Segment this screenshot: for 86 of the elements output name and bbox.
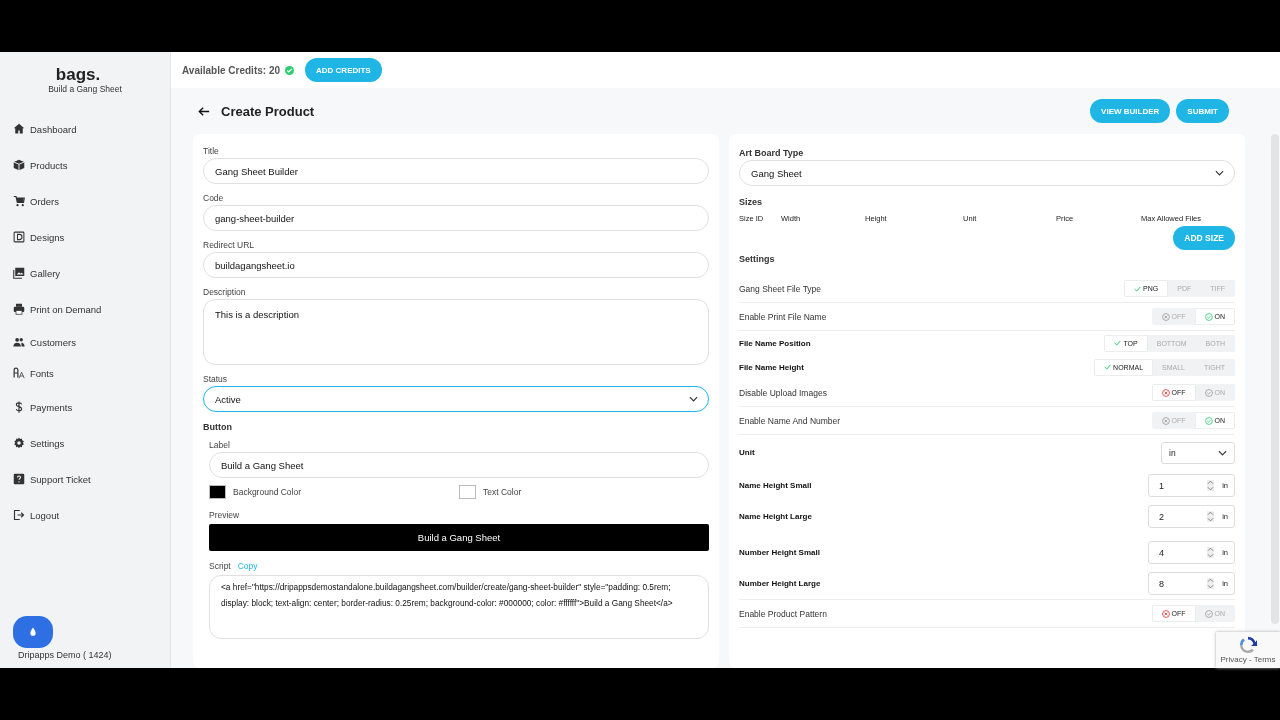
sidebar-item[interactable]: Fonts (0, 357, 170, 389)
logout-icon (13, 509, 25, 521)
button-preview: Build a Gang Sheet (209, 524, 709, 551)
privacy-terms-link[interactable]: Privacy - Terms (1220, 655, 1276, 665)
color-label: Text Color (483, 487, 522, 497)
setting-label: Disable Upload Images (739, 387, 827, 398)
x-circle-icon (1161, 609, 1170, 618)
chat-button[interactable] (13, 616, 53, 648)
gallery-icon (13, 267, 25, 279)
field-label: Code (203, 192, 225, 205)
section-heading: Sizes (739, 196, 763, 209)
check-icon (1104, 364, 1112, 370)
printer-icon (13, 303, 25, 315)
setting-label: Enable Print File Name (739, 311, 827, 322)
cart-icon (13, 195, 25, 207)
font-icon (13, 367, 25, 379)
setting-label: Number Height Large (739, 579, 821, 588)
chevron-down-icon (1215, 170, 1224, 176)
sidebar-item[interactable]: Orders (0, 183, 170, 219)
check-circle-icon (1204, 416, 1213, 425)
sidebar-item[interactable]: Logout (0, 497, 170, 533)
spinner-arrows-icon[interactable] (1207, 511, 1215, 522)
designs-icon (13, 231, 25, 243)
credits-label: Available Credits: 20 (182, 64, 280, 76)
setting-label: File Name Height (739, 362, 804, 372)
field-label: Title (203, 145, 220, 158)
gear-icon (13, 437, 25, 449)
setting-label: Name Height Large (739, 512, 812, 521)
field-label: Script (209, 560, 231, 573)
setting-label: Unit (739, 448, 755, 457)
setting-label: Enable Name And Number (739, 415, 841, 426)
setting-label: Name Height Small (739, 481, 812, 490)
brand-logo[interactable]: bags. (55, 66, 101, 84)
check-icon (1134, 285, 1142, 292)
drop-icon (27, 626, 39, 638)
sidebar-item[interactable]: Products (0, 147, 170, 183)
unit-select[interactable]: in (1161, 441, 1235, 464)
field-label: Redirect URL (203, 239, 256, 252)
chevron-down-icon (689, 396, 698, 402)
sidebar-item[interactable]: Designs (0, 219, 170, 255)
sidebar-item[interactable]: Payments (0, 389, 170, 425)
x-circle-icon (1161, 312, 1170, 321)
setting-label: File Name Position (739, 338, 811, 348)
box-icon (13, 159, 25, 171)
x-circle-icon (1161, 388, 1170, 397)
help-icon (13, 473, 25, 485)
check-circle-icon (285, 65, 294, 75)
account-name: Dripapps Demo ( 1424) (17, 650, 113, 660)
section-heading: Settings (739, 253, 776, 266)
section-heading: Button (203, 421, 233, 434)
sidebar-item[interactable]: Dashboard (0, 111, 170, 147)
spinner-arrows-icon[interactable] (1207, 578, 1215, 589)
setting-label: Enable Product Pattern (739, 608, 827, 619)
color-label: Background Color (233, 487, 302, 497)
text-area[interactable]: This is a description (203, 299, 709, 365)
brand-tagline: Build a Gang Sheet (48, 84, 122, 94)
dollar-icon (13, 401, 25, 413)
sidebar-item[interactable]: Support Ticket (0, 461, 170, 497)
color-swatch[interactable] (459, 485, 476, 499)
back-arrow-icon[interactable] (198, 105, 210, 117)
field-label: Description (203, 286, 247, 299)
recaptcha-badge[interactable]: Privacy - Terms (1216, 632, 1280, 668)
home-icon (13, 123, 25, 135)
sidebar-item[interactable]: Settings (0, 425, 170, 461)
field-label: Preview (209, 509, 241, 522)
color-swatch[interactable] (209, 485, 226, 499)
setting-label: Number Height Small (739, 548, 820, 557)
check-circle-icon (1204, 312, 1213, 321)
field-label: Art Board Type (739, 147, 805, 160)
recaptcha-icon (1238, 635, 1258, 655)
field-label: Label (209, 439, 231, 452)
check-circle-icon (1204, 609, 1213, 618)
page-title: Create Product (221, 103, 315, 119)
sidebar-item[interactable]: Customers (0, 327, 170, 357)
spinner-arrows-icon[interactable] (1207, 547, 1215, 558)
spinner-arrows-icon[interactable] (1207, 480, 1215, 491)
people-icon (13, 336, 25, 348)
x-circle-icon (1161, 416, 1170, 425)
sidebar-item[interactable]: Print on Demand (0, 291, 170, 327)
field-label: Status (203, 373, 229, 386)
script-text-area[interactable]: <a href="https://dripappsdemostandalone.buildagangsheet.com/builder/create/gang-sheet-builder" style="padding: 0.5rem; display: block; text-align: center; border-radius: 0.25rem; background-color: #000000; color: #ffffff">Build a Gang Sheet</a> (209, 575, 709, 639)
check-icon (1114, 340, 1122, 346)
chevron-down-icon (1218, 449, 1227, 456)
setting-label: Gang Sheet File Type (739, 283, 822, 294)
sidebar-item[interactable]: Gallery (0, 255, 170, 291)
check-circle-icon (1204, 388, 1213, 397)
